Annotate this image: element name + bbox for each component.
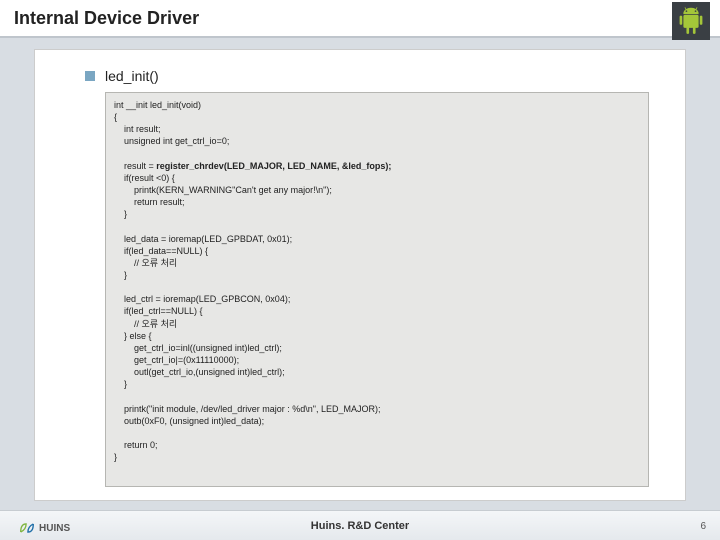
code-line: { [114,112,117,122]
code-line: printk("init module, /dev/led_driver maj… [114,404,380,414]
code-line: return result; [114,197,185,207]
footer-center-text: Huins. R&D Center [311,520,409,532]
code-line: // 오류 처리 [114,319,177,329]
code-line: } [114,379,127,389]
code-line: unsigned int get_ctrl_io=0; [114,136,229,146]
code-line: get_ctrl_io=inl((unsigned int)led_ctrl); [114,343,282,353]
logo-icon [18,521,36,535]
code-block: int __init led_init(void) { int result; … [105,92,649,487]
code-line: } [114,270,127,280]
content-area: led_init() int __init led_init(void) { i… [35,50,685,500]
header-bar: Internal Device Driver [0,0,720,38]
logo-text: HUINS [39,523,70,534]
code-line: led_data = ioremap(LED_GPBDAT, 0x01); [114,234,292,244]
code-line: // 오류 처리 [114,258,177,268]
code-line: led_ctrl = ioremap(LED_GPBCON, 0x04); [114,294,290,304]
code-line: get_ctrl_io|=(0x11110000); [114,355,239,365]
section-heading: led_init() [85,68,655,84]
page-title: Internal Device Driver [14,8,199,29]
code-line: } [114,452,117,462]
huins-logo: HUINS [18,521,70,535]
code-line: outb(0xF0, (unsigned int)led_data); [114,416,264,426]
code-line: printk(KERN_WARNING"Can't get any major!… [114,185,332,195]
code-line: if(led_data==NULL) { [114,246,208,256]
page-number: 6 [700,521,706,532]
code-line: } else { [114,331,152,341]
code-line: int result; [114,124,161,134]
code-line: return 0; [114,440,158,450]
code-line: outl(get_ctrl_io,(unsigned int)led_ctrl)… [114,367,285,377]
code-line: } [114,209,127,219]
code-line: if(led_ctrl==NULL) { [114,306,203,316]
function-name: led_init() [105,68,159,84]
android-icon [672,2,710,40]
code-bold: register_chrdev(LED_MAJOR, LED_NAME, &le… [156,161,391,171]
code-line: int __init led_init(void) [114,100,201,110]
footer-bar: Huins. R&D Center [0,510,720,540]
code-line: if(result <0) { [114,173,175,183]
bullet-icon [85,71,95,81]
code-line: result = [114,161,156,171]
